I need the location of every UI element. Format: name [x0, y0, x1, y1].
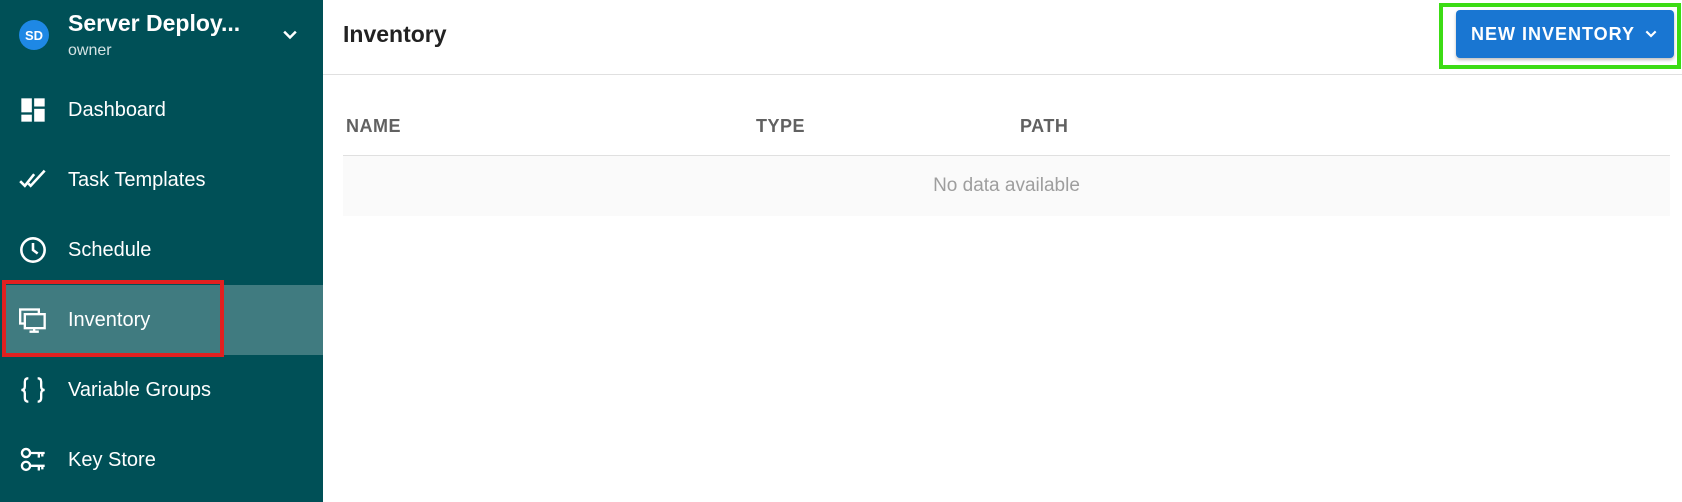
- sidebar-item-schedule[interactable]: Schedule: [5, 215, 323, 285]
- sidebar-item-key-store[interactable]: Key Store: [5, 425, 323, 495]
- inventory-table: NAME TYPE PATH No data available: [343, 95, 1670, 216]
- chevron-down-icon[interactable]: [280, 25, 300, 45]
- sidebar-item-label: Variable Groups: [68, 378, 212, 401]
- sidebar-item-label: Inventory: [68, 308, 151, 331]
- project-role: owner: [68, 42, 112, 59]
- sidebar-item-task-templates[interactable]: Task Templates: [5, 145, 323, 215]
- braces-icon: [21, 377, 45, 403]
- sidebar-item-variable-groups[interactable]: Variable Groups: [5, 355, 323, 425]
- column-header-path[interactable]: PATH: [1020, 116, 1068, 137]
- new-inventory-label: NEW INVENTORY: [1470, 23, 1635, 44]
- project-selector[interactable]: SD Server Deploy... owner: [5, 0, 323, 72]
- page-title: Inventory: [343, 21, 447, 47]
- project-name: Server Deploy...: [68, 10, 241, 36]
- sidebar-item-inventory[interactable]: Inventory: [5, 285, 323, 355]
- table-header-row: NAME TYPE PATH: [343, 95, 1670, 156]
- new-inventory-button[interactable]: NEW INVENTORY: [1456, 10, 1674, 58]
- sidebar-item-label: Key Store: [68, 448, 156, 471]
- empty-state-text: No data available: [933, 175, 1080, 196]
- column-header-type[interactable]: TYPE: [756, 116, 805, 137]
- double-check-icon: [19, 169, 46, 188]
- key-icon: [20, 447, 45, 472]
- project-avatar: SD: [19, 20, 49, 50]
- empty-state-row: No data available: [343, 156, 1670, 216]
- sidebar-item-dashboard[interactable]: Dashboard: [5, 75, 323, 145]
- column-header-name[interactable]: NAME: [346, 116, 401, 137]
- monitor-icon: [19, 308, 46, 333]
- clock-icon: [20, 237, 46, 263]
- chevron-down-icon: [1645, 30, 1657, 38]
- sidebar-item-label: Schedule: [68, 238, 152, 261]
- sidebar-item-label: Task Templates: [68, 168, 206, 191]
- sidebar: SD Server Deploy... owner Dashboard Task…: [0, 0, 323, 502]
- sidebar-item-label: Dashboard: [68, 98, 166, 121]
- dashboard-icon: [21, 98, 45, 122]
